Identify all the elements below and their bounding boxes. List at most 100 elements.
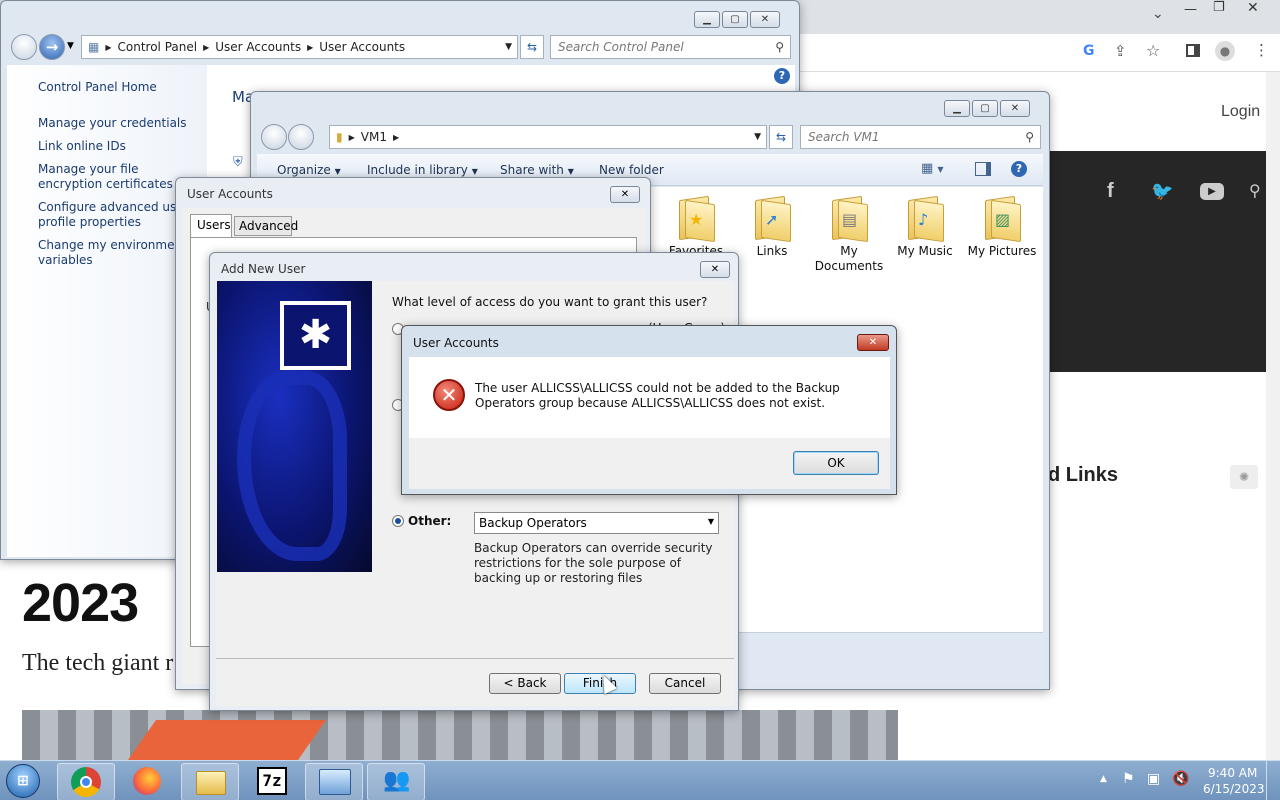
error-dialog-content: ✕ The user ALLICSS\ALLICSS could not be … [409, 357, 890, 438]
facebook-icon[interactable]: f [1107, 180, 1114, 203]
twitter-icon[interactable]: 🐦 [1151, 181, 1173, 202]
address-dropdown-icon[interactable]: ▼ [505, 42, 512, 52]
help-icon[interactable]: ? [774, 68, 790, 84]
show-desktop-button[interactable] [1266, 761, 1280, 800]
chrome-icon [71, 767, 101, 797]
profile-icon[interactable]: ● [1215, 41, 1235, 61]
view-options-icon[interactable]: ▦ ▼ [921, 161, 944, 176]
group-select[interactable]: Backup Operators ▼ [474, 512, 719, 534]
chevron-down-icon: ▼ [334, 167, 341, 176]
back-button[interactable]: < Back [489, 673, 561, 694]
explorer-minimize-button[interactable]: ▁ [944, 100, 970, 117]
show-hidden-icons-button[interactable]: ▲ [1100, 774, 1107, 784]
cp-forward-button[interactable]: → [39, 34, 65, 60]
folder-my-documents[interactable]: ▤ My Documents [814, 195, 884, 274]
share-label: Share with [500, 163, 564, 177]
ok-button[interactable]: OK [793, 451, 879, 475]
google-icon[interactable]: G [1083, 43, 1095, 59]
explorer-search-input[interactable]: Search VM1 ⚲ [800, 125, 1041, 149]
section-heading: d Links [1048, 464, 1119, 486]
taskbar-7zip[interactable]: 7z [243, 763, 301, 800]
explorer-close-button[interactable]: ✕ [1000, 100, 1030, 117]
user-accounts-icon: 👥 [383, 768, 411, 793]
ua-dialog-close-button[interactable]: ✕ [610, 186, 640, 203]
breadcrumb-user-accounts[interactable]: User Accounts [215, 40, 301, 54]
cp-maximize-button[interactable]: ▢ [722, 11, 748, 28]
cp-minimize-button[interactable]: ▁ [694, 11, 720, 28]
explorer-search-placeholder: Search VM1 [808, 130, 880, 144]
login-link[interactable]: Login [1221, 103, 1260, 121]
explorer-back-button[interactable] [261, 124, 287, 150]
volume-muted-icon[interactable]: 🔇 [1172, 771, 1189, 787]
theme-toggle-icon[interactable]: ✺ [1230, 465, 1258, 489]
share-icon[interactable]: ⇪ [1114, 42, 1127, 60]
explorer-maximize-button[interactable]: ▢ [972, 100, 998, 117]
taskbar-file-explorer[interactable] [181, 763, 239, 800]
cp-back-button[interactable] [11, 34, 37, 60]
wizard-question: What level of access do you want to gran… [392, 295, 708, 309]
cp-recent-pages-icon[interactable]: ▼ [67, 41, 74, 51]
folder-favorites[interactable]: ★ Favorites [661, 195, 731, 259]
new-folder-button[interactable]: New folder [599, 163, 664, 177]
menu-icon[interactable]: ⋮ [1254, 41, 1269, 59]
address-dropdown-icon[interactable]: ▼ [754, 132, 761, 142]
pictures-folder-icon: ▨ [981, 195, 1023, 243]
site-search-icon[interactable]: ⚲ [1249, 181, 1261, 200]
error-dialog-close-button[interactable]: ✕ [857, 334, 889, 351]
folder-links[interactable]: ➚ Links [737, 195, 807, 259]
cp-close-button[interactable]: ✕ [750, 11, 780, 28]
browser-minimize-button[interactable]: — [1184, 2, 1197, 17]
cp-link-env-variables[interactable]: Change my environment variables [38, 238, 198, 268]
include-in-library-menu[interactable]: Include in library ▼ [367, 163, 478, 177]
tab-dropdown-icon[interactable]: ⌄ [1152, 6, 1164, 22]
folder-my-pictures[interactable]: ▨ My Pictures [967, 195, 1037, 259]
cp-address-bar[interactable]: ▦ ▶ Control Panel ▶ User Accounts ▶ User… [81, 35, 518, 59]
cp-link-online-ids[interactable]: Link online IDs [38, 139, 198, 154]
taskbar-control-panel[interactable] [305, 763, 363, 800]
cp-link-credentials[interactable]: Manage your credentials [38, 116, 198, 131]
organize-menu[interactable]: Organize ▼ [277, 163, 341, 177]
breadcrumb-vm1[interactable]: VM1 [361, 130, 387, 144]
action-center-icon[interactable]: ⚑ [1122, 771, 1135, 787]
cp-link-profile-properties[interactable]: Configure advanced user profile properti… [38, 200, 198, 230]
preview-pane-icon[interactable] [975, 162, 991, 176]
breadcrumb-separator-icon: ▶ [203, 42, 210, 52]
tab-users[interactable]: Users [190, 214, 232, 238]
article-image-accent [127, 720, 327, 760]
help-icon[interactable]: ? [1011, 161, 1027, 177]
folder-my-music[interactable]: ♪ My Music [890, 195, 960, 259]
explorer-refresh-button[interactable]: ⇆ [769, 125, 793, 149]
clock-time[interactable]: 9:40 AM [1208, 766, 1257, 780]
cp-refresh-button[interactable]: ⇆ [520, 35, 544, 59]
breadcrumb-control-panel[interactable]: Control Panel [118, 40, 198, 54]
tab-advanced[interactable]: Advanced [234, 216, 298, 236]
cancel-button[interactable]: Cancel [649, 673, 721, 694]
taskbar-chrome[interactable] [57, 763, 115, 800]
network-icon[interactable]: ▣ [1147, 771, 1160, 787]
explorer-forward-button[interactable] [288, 124, 314, 150]
cp-link-encryption[interactable]: Manage your file encryption certificates [38, 162, 198, 192]
cp-home-link[interactable]: Control Panel Home [38, 80, 157, 95]
wizard-title: Add New User [221, 262, 306, 276]
uac-shield-icon: ⛨ [233, 155, 243, 170]
taskbar-firefox[interactable] [119, 763, 177, 800]
wizard-close-button[interactable]: ✕ [700, 261, 730, 278]
page-scrollbar[interactable] [1266, 72, 1280, 760]
cp-search-input[interactable]: Search Control Panel ⚲ [550, 35, 791, 59]
browser-close-button[interactable]: ✕ [1247, 0, 1259, 16]
browser-restore-button[interactable]: ❐ [1213, 0, 1225, 15]
taskbar-user-accounts[interactable]: 👥 [367, 763, 425, 800]
sidebar-icon[interactable] [1186, 44, 1200, 57]
breadcrumb-separator-icon: ▶ [105, 42, 112, 52]
explorer-address-bar[interactable]: ▮ ▶ VM1 ▶ ▼ [329, 125, 767, 149]
clock-date[interactable]: 6/15/2023 [1203, 782, 1265, 796]
share-with-menu[interactable]: Share with ▼ [500, 163, 574, 177]
radio-other[interactable] [392, 515, 404, 527]
links-folder-icon: ➚ [751, 195, 793, 243]
group-select-value: Backup Operators [479, 516, 587, 530]
breadcrumb-user-accounts-current[interactable]: User Accounts [319, 40, 405, 54]
youtube-icon[interactable]: ▶ [1200, 183, 1224, 200]
start-orb-icon[interactable]: ⊞ [6, 764, 40, 798]
folder-label: Links [756, 244, 788, 258]
star-icon[interactable]: ☆ [1146, 41, 1160, 60]
